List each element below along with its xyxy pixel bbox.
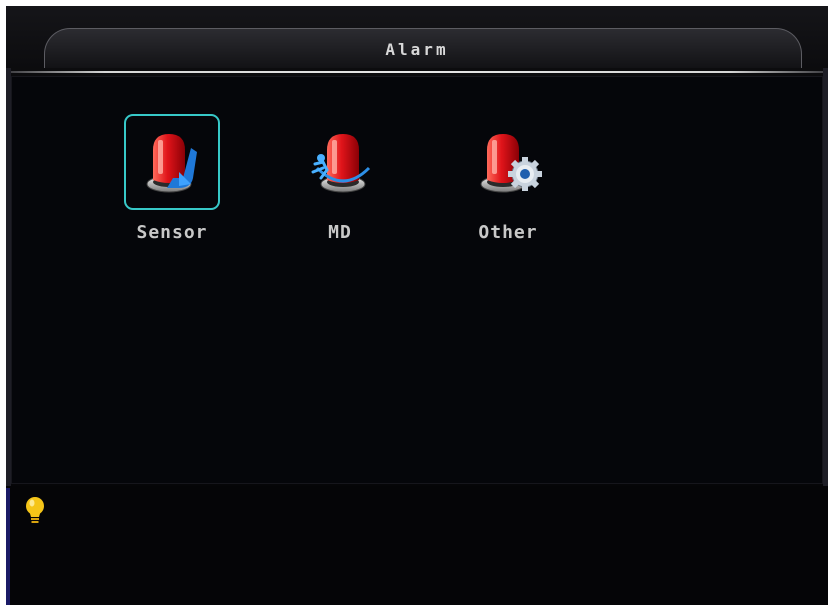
icon-frame: [460, 114, 556, 210]
menu-item-md[interactable]: MD: [292, 114, 392, 254]
menu-item-other[interactable]: Other: [460, 114, 560, 254]
menu-item-label: MD: [328, 222, 352, 243]
selection-highlight: [124, 114, 220, 210]
title-divider: [6, 71, 828, 73]
title-bar: Alarm: [6, 6, 828, 82]
alarm-sensor-icon: [146, 134, 197, 193]
right-border: [823, 68, 828, 488]
lightbulb-icon: [26, 497, 44, 523]
icon-frame: [292, 114, 388, 210]
menu-item-label: Sensor: [136, 222, 208, 243]
page-title: Alarm: [385, 40, 449, 59]
menu-item-label: Other: [478, 222, 538, 243]
hint-bar: [6, 486, 828, 605]
alarm-other-settings-icon: [480, 134, 542, 193]
alarm-motion-detection-icon: [311, 134, 371, 193]
hint-bar-border: [6, 488, 10, 605]
menu-item-sensor[interactable]: Sensor: [124, 114, 224, 254]
alarm-screen: Alarm Sensor MD Other: [6, 6, 828, 605]
